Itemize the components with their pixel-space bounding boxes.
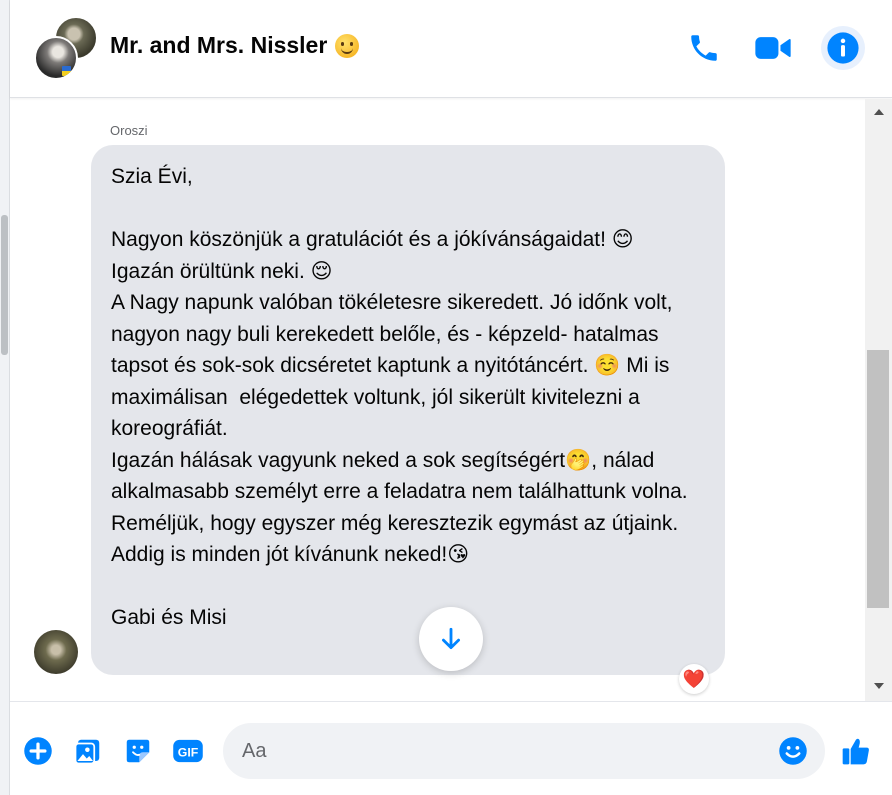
audio-call-button[interactable] xyxy=(682,26,726,70)
sender-name: Oroszi xyxy=(110,123,148,138)
chat-title[interactable]: Mr. and Mrs. Nissler xyxy=(110,32,360,59)
thumbs-up-icon xyxy=(842,738,869,765)
message-bubble[interactable]: Szia Évi, Nagyon köszönjük a gratulációt… xyxy=(91,145,725,675)
gif-icon: GIF xyxy=(173,739,203,763)
arrow-down-icon xyxy=(442,627,460,650)
heart-reaction-icon: ❤️ xyxy=(682,669,706,689)
photo-icon xyxy=(74,739,100,765)
emoji-picker-button[interactable] xyxy=(777,735,809,767)
video-camera-icon xyxy=(755,37,791,59)
message-composer: GIF xyxy=(10,701,892,795)
info-icon xyxy=(827,32,859,64)
group-avatar[interactable] xyxy=(34,16,98,80)
attach-photo-button[interactable] xyxy=(72,735,104,767)
scroll-up-arrow-icon[interactable] xyxy=(874,109,884,115)
sticker-icon xyxy=(126,739,150,763)
video-call-button[interactable] xyxy=(751,26,795,70)
page-left-scrollbar[interactable] xyxy=(0,0,10,795)
emoji-icon xyxy=(779,737,807,765)
scroll-to-bottom-button[interactable] xyxy=(419,607,483,671)
more-actions-button[interactable] xyxy=(22,735,54,767)
message-list-scrollbar[interactable] xyxy=(865,99,892,701)
avatar-member-2 xyxy=(34,36,78,80)
page-left-scrollbar-thumb[interactable] xyxy=(1,215,8,355)
chat-title-text: Mr. and Mrs. Nissler xyxy=(110,32,328,58)
sender-avatar[interactable] xyxy=(34,630,78,674)
plus-icon xyxy=(24,737,52,765)
message-reaction[interactable]: ❤️ xyxy=(679,664,709,694)
scrollbar-thumb[interactable] xyxy=(867,350,889,608)
message-input-container[interactable] xyxy=(223,723,825,779)
message-text: Szia Évi, Nagyon köszönjük a gratulációt… xyxy=(111,165,688,629)
scroll-down-arrow-icon[interactable] xyxy=(874,683,884,689)
conversation-info-button[interactable] xyxy=(821,26,865,70)
gif-label: GIF xyxy=(178,746,199,760)
smiley-icon xyxy=(335,33,360,58)
chat-header: Mr. and Mrs. Nissler xyxy=(10,0,892,98)
message-list[interactable]: Oroszi Szia Évi, Nagyon köszönjük a grat… xyxy=(10,99,865,701)
send-like-button[interactable] xyxy=(840,735,872,767)
gif-button[interactable]: GIF xyxy=(172,735,204,767)
message-input[interactable] xyxy=(242,723,762,779)
sticker-button[interactable] xyxy=(122,735,154,767)
phone-icon xyxy=(691,35,717,61)
